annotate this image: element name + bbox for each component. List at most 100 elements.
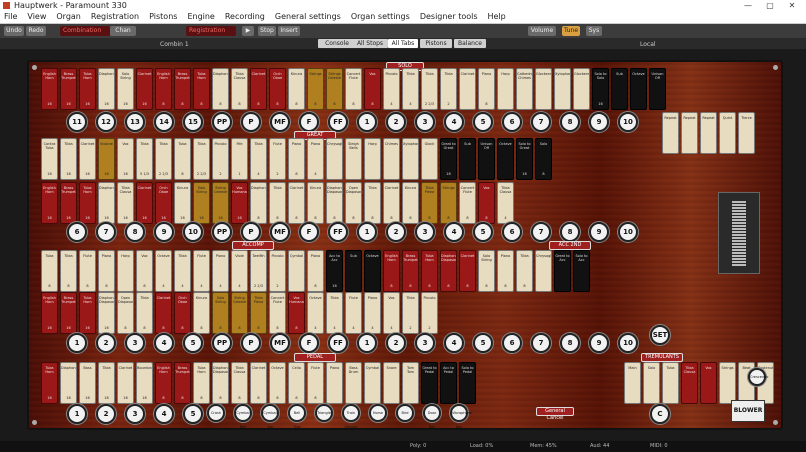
stop-tab-accomp2[interactable]: Tuba Horn 16 [79, 292, 96, 334]
piston-solo[interactable]: MF [270, 112, 290, 132]
piston-great[interactable]: 3 [415, 222, 435, 242]
stop-tab-pedal[interactable]: Octave 8 [269, 362, 286, 404]
stop-tab-accomp[interactable]: Piano 8 [307, 250, 324, 292]
stop-tab-trems[interactable]: Tibia Clausa [681, 362, 698, 404]
stop-tab-great[interactable]: Piano 8 [288, 138, 305, 180]
stop-tab-great2[interactable]: Orch Oboe 16 [155, 182, 172, 224]
stop-tab-pedal[interactable]: Clarinet 16 [117, 362, 134, 404]
stop-tab-pedal[interactable]: Bass 16 [79, 362, 96, 404]
stop-tab-great2[interactable]: Tibia 8 [364, 182, 381, 224]
stop-tab-accomp2[interactable]: Vox Humana 8 [288, 292, 305, 334]
stop-tab-accomp2[interactable]: Solo String 8 [212, 292, 229, 334]
stop-tab-accomp2[interactable]: Clarinet 8 [155, 292, 172, 334]
stop-tab-pedal[interactable]: Brass Trumpet 8 [174, 362, 191, 404]
stop-tab-great[interactable]: Harp [364, 138, 381, 180]
piston-solo[interactable]: 11 [67, 112, 87, 132]
stop-tab-solo[interactable]: Tuba Horn 8 [193, 68, 210, 110]
stop-tab-great[interactable]: Solo 8 [535, 138, 552, 180]
stop-tab-solo[interactable]: Tibia 2 [440, 68, 457, 110]
stop-tab-solo[interactable]: Solo String 16 [117, 68, 134, 110]
stop-tab-great2[interactable]: Tibia Plena 8 [421, 182, 438, 224]
stop-button[interactable]: Stop [258, 26, 276, 36]
piston-toes[interactable]: Bell Tree [288, 404, 306, 429]
piston-toes[interactable]: Cymbal Roll [234, 404, 252, 429]
menu-item-file[interactable]: File [4, 12, 17, 21]
stop-tab-great2[interactable]: Kinura 8 [402, 182, 419, 224]
piston-solo[interactable]: 1 [357, 112, 377, 132]
stop-tab-pedal[interactable]: Bourdon 16 [136, 362, 153, 404]
piston-toes[interactable]: Train Whistle [342, 404, 360, 429]
swell-shoe[interactable] [718, 192, 760, 274]
stop-tab-great[interactable]: Solo to Great 16 [516, 138, 533, 180]
stop-tab-accomp2[interactable]: Tibia 2 [402, 292, 419, 334]
stop-tab-accomp2[interactable]: Piano 4 [364, 292, 381, 334]
stop-tab-solo[interactable]: Solo to Solo 16 [592, 68, 609, 110]
stop-tab-pedal[interactable]: Bass Drum [345, 362, 362, 404]
piston-toes[interactable]: Horse [369, 404, 387, 422]
stop-tab-pedal[interactable]: Flute 8 [307, 362, 324, 404]
stop-tab-great2[interactable]: Clarinet 16 [136, 182, 153, 224]
piston-great[interactable]: MF [270, 222, 290, 242]
piston-solo[interactable]: 4 [444, 112, 464, 132]
set-piston[interactable]: SET [650, 325, 670, 345]
tab-all-tabs[interactable]: All Tabs [388, 39, 418, 48]
piston-accomp[interactable]: 1 [357, 333, 377, 353]
piston-pedal[interactable]: 3 [125, 404, 145, 424]
menu-item-general-settings[interactable]: General settings [275, 12, 341, 21]
stop-tab-solo[interactable]: Diaphonic 16 [98, 68, 115, 110]
piston-toes[interactable]: Triangle [315, 404, 333, 422]
stop-tab-accomp[interactable]: English Horn 8 [383, 250, 400, 292]
piston-solo[interactable]: 2 [386, 112, 406, 132]
stop-tab-great2[interactable]: Diaphonic 8 [250, 182, 267, 224]
tune-button[interactable]: Tune [562, 26, 580, 36]
piston-accomp[interactable]: 5 [183, 333, 203, 353]
piston-solo[interactable]: 13 [125, 112, 145, 132]
stop-tab-accomp[interactable]: Acc to Acc 16 [326, 250, 343, 292]
piston-toes[interactable]: Crash [207, 404, 225, 422]
piston-pedal[interactable]: 5 [183, 404, 203, 424]
stop-tab-great[interactable]: Chimes [383, 138, 400, 180]
piston-solo[interactable]: FF [328, 112, 348, 132]
stop-tab-accomp2[interactable]: Piccolo 2 [421, 292, 438, 334]
stop-tab-solo[interactable]: Strings 8 [307, 68, 324, 110]
stop-tab-accomp2[interactable]: English Horn 16 [41, 292, 58, 334]
piston-great[interactable]: 7 [531, 222, 551, 242]
stop-tab-accomp[interactable]: Sub [345, 250, 362, 292]
stop-tab-pedal[interactable]: Snare [383, 362, 400, 404]
blower-button[interactable]: BLOWER [731, 400, 765, 422]
piston-solo[interactable]: 14 [154, 112, 174, 132]
stop-tab-accomp2[interactable]: Diaphonic Diapason 16 [98, 292, 115, 334]
stop-tab-accomp[interactable]: Octave [364, 250, 381, 292]
piston-accomp[interactable]: 4 [444, 333, 464, 353]
stop-tab-couplers2[interactable]: Repeat [700, 112, 717, 154]
stop-tab-accomp[interactable]: Piano 4 [212, 250, 229, 292]
stop-tab-accomp2[interactable]: Tibia 8 [136, 292, 153, 334]
stop-tab-solo[interactable]: English Horn 8 [155, 68, 172, 110]
stop-tab-solo[interactable]: Tuba Horn 16 [79, 68, 96, 110]
piston-accomp[interactable]: 2 [386, 333, 406, 353]
tab-console[interactable]: Console [318, 39, 356, 48]
stop-tab-great2[interactable]: Kinura 8 [307, 182, 324, 224]
stop-tab-great[interactable]: Clarinet 16 [79, 138, 96, 180]
piston-toes[interactable]: Door Bell [423, 404, 441, 429]
piston-accomp[interactable]: F [299, 333, 319, 353]
stop-tab-solo[interactable]: Harp [497, 68, 514, 110]
stop-tab-solo[interactable]: Diaphonic 8 [212, 68, 229, 110]
stop-tab-great[interactable]: Fife 1 [231, 138, 248, 180]
piston-solo[interactable]: 9 [589, 112, 609, 132]
piston-great[interactable]: 9 [589, 222, 609, 242]
stop-tab-accomp[interactable]: Great to Acc [554, 250, 571, 292]
stop-tab-solo[interactable]: Concert Flute 8 [345, 68, 362, 110]
stop-tab-solo[interactable]: Kinura 8 [288, 68, 305, 110]
stop-tab-pedal[interactable]: Cymbal [364, 362, 381, 404]
play-button[interactable]: ▶ [242, 26, 254, 36]
piston-pedal[interactable]: 4 [154, 404, 174, 424]
undo-button[interactable]: Undo [4, 26, 24, 36]
stop-tab-solo[interactable]: Strings Celeste 8 [326, 68, 343, 110]
stop-tab-solo[interactable]: Clarinet [459, 68, 476, 110]
stop-tab-great[interactable]: Tibia 16 [60, 138, 77, 180]
stop-tab-great2[interactable]: Diaphonic Diapason 8 [326, 182, 343, 224]
stop-tab-pedal[interactable]: Tibia 16 [98, 362, 115, 404]
stop-tab-great[interactable]: Tibia 2 2/3 [155, 138, 172, 180]
piston-accomp[interactable]: 2 [96, 333, 116, 353]
